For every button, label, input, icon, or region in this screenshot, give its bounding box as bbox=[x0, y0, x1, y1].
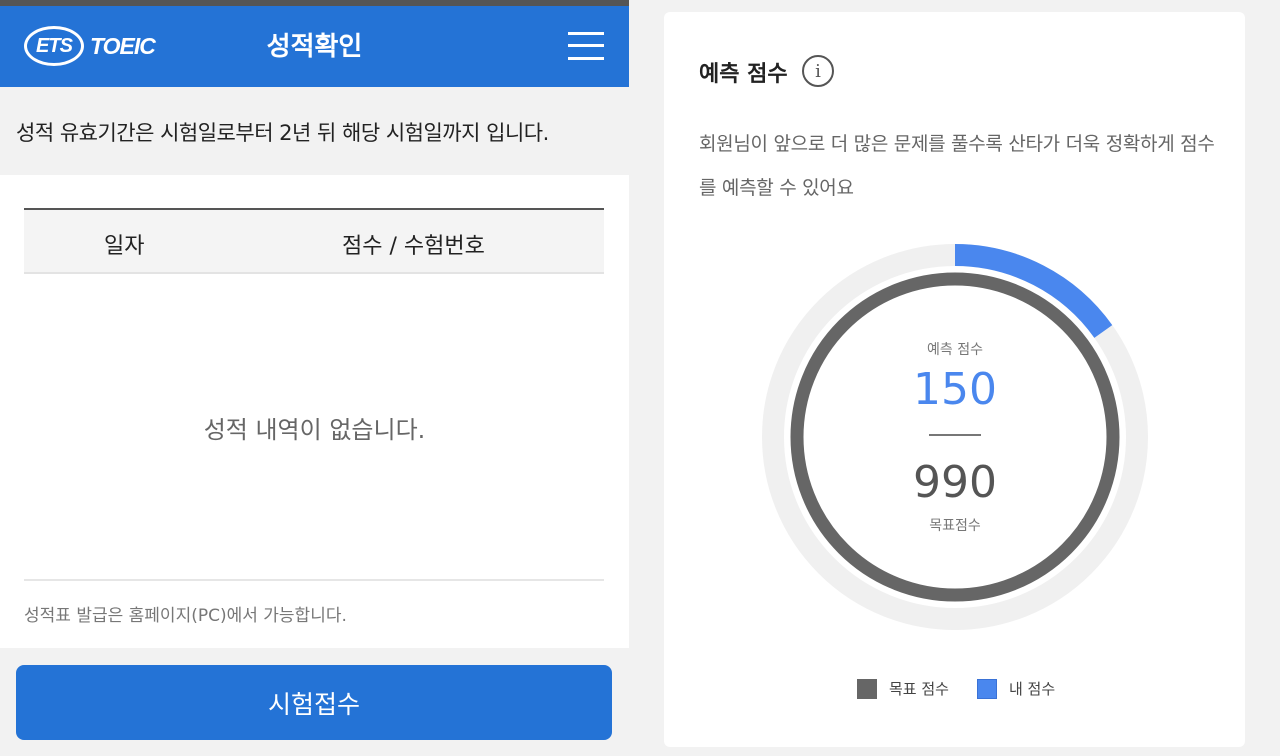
divider bbox=[24, 579, 604, 581]
score-gauge: 예측 점수 150 990 목표점수 bbox=[760, 242, 1150, 632]
exam-apply-button[interactable]: 시험접수 bbox=[16, 665, 612, 740]
column-header-score: 점수 / 수험번호 bbox=[342, 234, 485, 259]
ets-toeic-logo[interactable]: ETS TOEIC bbox=[24, 24, 156, 68]
empty-state-message: 성적 내역이 없습니다. bbox=[203, 416, 426, 444]
target-score-value: 990 bbox=[913, 457, 997, 508]
predicted-score-label: 예측 점수 bbox=[927, 342, 983, 358]
page-title: 성적확인 bbox=[266, 32, 363, 62]
gauge-legend: 목표 점수 내 점수 bbox=[857, 678, 1083, 699]
column-header-date: 일자 bbox=[104, 234, 145, 259]
score-table-header: 일자 점수 / 수험번호 bbox=[24, 208, 604, 274]
predicted-score-value: 150 bbox=[913, 364, 997, 415]
gauge-center: 예측 점수 150 990 목표점수 bbox=[760, 242, 1150, 632]
toeic-logo-text: TOEIC bbox=[90, 32, 156, 59]
prediction-description: 회원님이 앞으로 더 많은 문제를 풀수록 산타가 더욱 정확하게 점수를 예측… bbox=[699, 133, 1215, 199]
gauge-separator bbox=[929, 434, 981, 436]
report-footnote: 성적표 발급은 홈페이지(PC)에서 가능합니다. bbox=[24, 606, 347, 626]
legend-target-label: 목표 점수 bbox=[889, 680, 949, 698]
hamburger-menu-icon[interactable] bbox=[568, 30, 604, 62]
score-check-panel: ETS TOEIC 성적확인 성적 유효기간은 시험일로부터 2년 뒤 해당 시… bbox=[0, 0, 629, 756]
info-icon[interactable]: i bbox=[802, 55, 834, 87]
predicted-score-card: 예측 점수 i 회원님이 앞으로 더 많은 문제를 풀수록 산타가 더욱 정확하… bbox=[664, 12, 1245, 747]
validity-notice: 성적 유효기간은 시험일로부터 2년 뒤 해당 시험일까지 입니다. bbox=[0, 87, 629, 175]
legend-target-score: 목표 점수 bbox=[857, 678, 949, 699]
target-score-label: 목표점수 bbox=[929, 518, 981, 534]
legend-my-score: 내 점수 bbox=[976, 678, 1056, 699]
score-history-card: 일자 점수 / 수험번호 성적 내역이 없습니다. 성적표 발급은 홈페이지(P… bbox=[0, 175, 629, 648]
legend-my-label: 내 점수 bbox=[1008, 680, 1056, 698]
ets-logo-mark: ETS bbox=[24, 26, 84, 66]
legend-my-swatch bbox=[976, 678, 997, 699]
predicted-score-title: 예측 점수 bbox=[699, 62, 788, 87]
legend-target-swatch bbox=[857, 678, 877, 699]
app-header: ETS TOEIC 성적확인 bbox=[0, 6, 629, 87]
